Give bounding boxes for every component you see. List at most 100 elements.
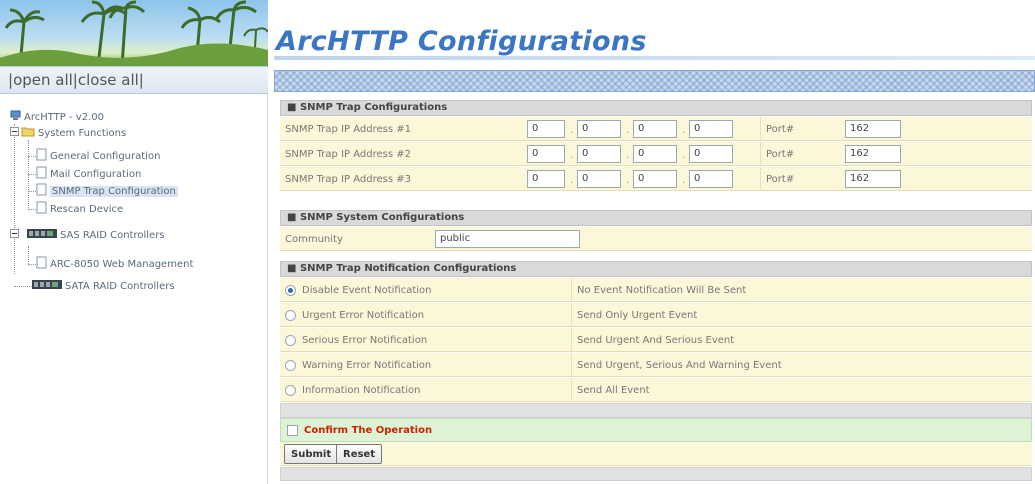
radio-button[interactable] — [285, 334, 296, 346]
community-input[interactable]: public — [435, 230, 580, 248]
trap-ip-label: SNMP Trap IP Address #1 — [285, 123, 411, 135]
section-title: SNMP Trap Configurations — [299, 102, 448, 113]
reset-button[interactable]: Reset — [336, 444, 382, 464]
port-input[interactable]: 162 — [845, 120, 901, 138]
confirm-label: Confirm The Operation — [304, 424, 433, 436]
tree-item-snmp-trap-configuration[interactable]: SNMP Trap Configuration — [36, 183, 178, 199]
ip-octet-input[interactable]: 0 — [633, 120, 677, 138]
trap-row-1: SNMP Trap IP Address #1 0 . 0 . 0 . 0 Po… — [280, 117, 1032, 141]
trap-ip-label: SNMP Trap IP Address #2 — [285, 148, 411, 160]
tree-root[interactable]: ArcHTTP - v2.00 — [10, 110, 104, 124]
notification-option-label: Serious Error Notification — [280, 328, 570, 352]
page-icon — [36, 201, 47, 217]
ip-dot: . — [570, 175, 574, 186]
button-row: Submit Reset — [280, 442, 1032, 466]
ip-octet-input[interactable]: 0 — [577, 145, 621, 163]
tree-line — [28, 209, 36, 210]
notification-option-desc: No Event Notification Will Be Sent — [571, 278, 1032, 302]
raid-card-icon — [32, 279, 62, 294]
ip-octet-input[interactable]: 0 — [527, 145, 565, 163]
collapse-icon[interactable] — [10, 127, 19, 139]
tree-item-label: SAS RAID Controllers — [60, 229, 165, 241]
title-rule — [274, 56, 1035, 60]
footer-row — [280, 467, 1032, 481]
header: ArcHTTP Configurations — [0, 0, 1035, 92]
notification-option-desc: Send All Event — [571, 378, 1032, 402]
trap-row-3: SNMP Trap IP Address #3 0 . 0 . 0 . 0 Po… — [280, 167, 1032, 191]
tree-item-label: SNMP Trap Configuration — [50, 185, 178, 197]
page-icon — [36, 256, 47, 272]
option-label: Serious Error Notification — [302, 334, 428, 346]
ip-octet-input[interactable]: 0 — [689, 145, 733, 163]
option-label: Urgent Error Notification — [302, 309, 425, 321]
radio-selected[interactable] — [285, 284, 296, 296]
ip-octet-input[interactable]: 0 — [633, 145, 677, 163]
tree-line — [28, 140, 29, 210]
collapse-icon[interactable] — [10, 229, 19, 241]
tree-item-label: SATA RAID Controllers — [65, 280, 175, 292]
navigation-tree: ArcHTTP - v2.00 System Functions General… — [0, 94, 268, 484]
tree-item-label: Mail Configuration — [50, 168, 142, 180]
notification-option[interactable]: Urgent Error Notification Send Only Urge… — [280, 303, 1032, 327]
ip-dot: . — [682, 150, 686, 161]
tree-item-sas-raid-controllers[interactable]: SAS RAID Controllers — [10, 228, 165, 242]
notification-option-label: Warning Error Notification — [280, 353, 570, 377]
main-form: ■ SNMP Trap Configurations SNMP Trap IP … — [280, 100, 1032, 484]
ip-octet-input[interactable]: 0 — [577, 120, 621, 138]
ip-octet-input[interactable]: 0 — [577, 170, 621, 188]
confirm-checkbox[interactable] — [287, 424, 298, 436]
ip-octet-input[interactable]: 0 — [689, 120, 733, 138]
tree-line — [28, 156, 36, 157]
tree-item-rescan-device[interactable]: Rescan Device — [36, 201, 124, 217]
community-row: Community public — [280, 227, 1032, 251]
radio-button[interactable] — [285, 359, 296, 371]
trap-ip-label: SNMP Trap IP Address #3 — [285, 173, 411, 185]
tree-line — [28, 174, 36, 175]
tree-item-arc-web-management[interactable]: ARC-8050 Web Management — [36, 256, 193, 272]
port-input[interactable]: 162 — [845, 145, 901, 163]
ip-dot: . — [626, 150, 630, 161]
section-title: SNMP System Configurations — [299, 212, 465, 223]
ip-dot: . — [570, 150, 574, 161]
port-label: Port# — [760, 142, 840, 166]
trap-row-2: SNMP Trap IP Address #2 0 . 0 . 0 . 0 Po… — [280, 142, 1032, 166]
notification-option[interactable]: Disable Event Notification No Event Noti… — [280, 278, 1032, 302]
snmp-trap-heading: ■ SNMP Trap Configurations — [280, 100, 1032, 116]
notification-option[interactable]: Serious Error Notification Send Urgent A… — [280, 328, 1032, 352]
ip-octet-input[interactable]: 0 — [633, 170, 677, 188]
notification-option-label: Disable Event Notification — [280, 278, 570, 302]
tree-line — [28, 191, 36, 192]
option-label: Warning Error Notification — [302, 359, 432, 371]
port-input[interactable]: 162 — [845, 170, 901, 188]
tree-item-general-configuration[interactable]: General Configuration — [36, 148, 161, 163]
radio-button[interactable] — [285, 309, 296, 321]
notification-option[interactable]: Information Notification Send All Event — [280, 378, 1032, 402]
page-icon — [36, 166, 47, 182]
tree-item-system-functions[interactable]: System Functions — [10, 126, 126, 140]
notification-option[interactable]: Warning Error Notification Send Urgent, … — [280, 353, 1032, 377]
option-label: Information Notification — [302, 384, 421, 396]
ip-octet-input[interactable]: 0 — [527, 120, 565, 138]
tree-item-sata-raid-controllers[interactable]: SATA RAID Controllers — [32, 279, 175, 293]
open-all-link[interactable]: open all — [13, 71, 73, 89]
palm-tree-banner — [0, 0, 268, 66]
submit-button[interactable]: Submit — [284, 444, 339, 464]
tree-line — [28, 246, 29, 264]
radio-button[interactable] — [285, 384, 296, 396]
port-label: Port# — [760, 117, 840, 141]
tree-item-mail-configuration[interactable]: Mail Configuration — [36, 166, 142, 182]
tree-line — [28, 264, 36, 265]
close-all-link[interactable]: close all — [78, 71, 139, 89]
confirm-row: Confirm The Operation — [280, 418, 1032, 442]
tree-line — [14, 124, 15, 274]
ip-octet-input[interactable]: 0 — [527, 170, 565, 188]
ip-dot: . — [682, 125, 686, 136]
ip-dot: . — [626, 125, 630, 136]
notification-option-label: Information Notification — [280, 378, 570, 402]
tree-item-label: Rescan Device — [50, 203, 124, 215]
ip-dot: . — [626, 175, 630, 186]
notification-option-label: Urgent Error Notification — [280, 303, 570, 327]
page-icon — [36, 183, 47, 199]
tree-item-label: General Configuration — [50, 150, 161, 162]
ip-octet-input[interactable]: 0 — [689, 170, 733, 188]
